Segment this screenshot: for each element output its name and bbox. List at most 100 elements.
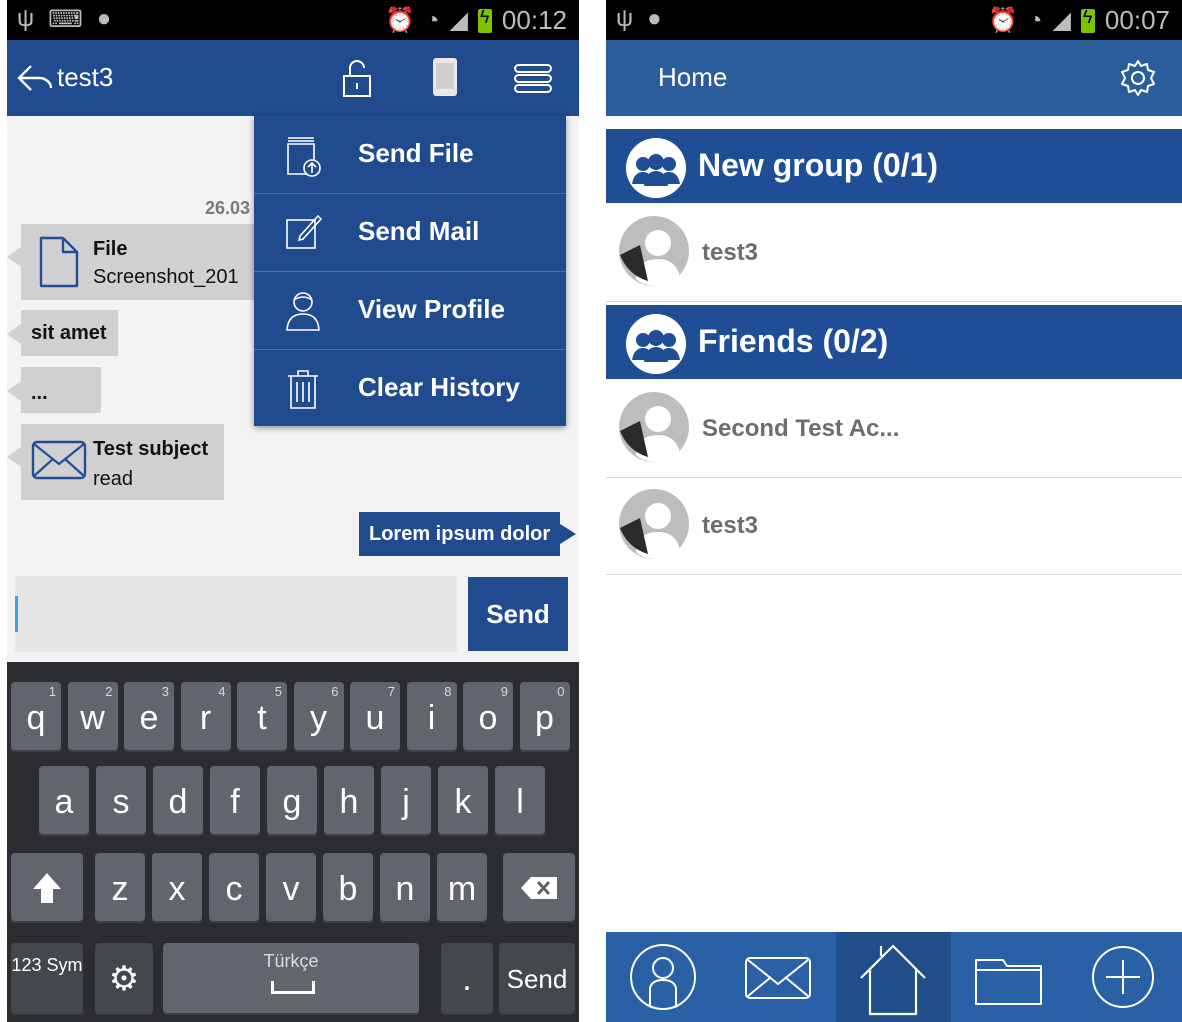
key-number-hint: 9 xyxy=(500,684,508,699)
key-number-hint: 1 xyxy=(48,684,56,699)
key-e[interactable]: 3e xyxy=(124,682,174,752)
nav-contacts[interactable] xyxy=(606,932,721,1022)
key-b[interactable]: b xyxy=(323,853,373,923)
message-file[interactable]: File Screenshot_201 xyxy=(7,224,261,300)
date-separator: 26.03 xyxy=(205,198,251,218)
menu-label: Clear History xyxy=(358,372,520,402)
back-icon[interactable] xyxy=(15,62,55,99)
group-header-friends[interactable]: Friends (0/2) xyxy=(606,305,1182,379)
menu-label: Send Mail xyxy=(358,216,480,246)
status-right-icons: ⏰ ◔ ◢ 00:12 xyxy=(385,5,567,36)
group-label: Friends (0/2) xyxy=(698,323,889,359)
key-j[interactable]: j xyxy=(381,766,431,836)
key-letter: e xyxy=(139,699,159,737)
message-mail[interactable]: Test subject read xyxy=(7,424,224,500)
bottom-nav xyxy=(606,932,1182,1022)
key-h[interactable]: h xyxy=(324,766,374,836)
message-input[interactable] xyxy=(15,576,457,652)
menu-item-send-mail[interactable]: Send Mail xyxy=(254,194,566,272)
key-letter: u xyxy=(365,699,385,737)
backspace-key[interactable] xyxy=(503,853,575,923)
menu-label: View Profile xyxy=(358,294,505,324)
keyboard-icon: ⌨ xyxy=(48,6,83,33)
key-number-hint: 0 xyxy=(557,684,565,699)
profile-icon xyxy=(284,290,322,337)
chat-icon: ● xyxy=(96,5,112,32)
key-u[interactable]: 7u xyxy=(350,682,400,752)
period-key[interactable]: . xyxy=(441,943,493,1015)
key-s[interactable]: s xyxy=(96,766,146,836)
nav-add[interactable] xyxy=(1066,932,1181,1022)
message-subtitle: Screenshot_201 xyxy=(93,266,239,288)
contact-row[interactable]: test3 xyxy=(606,205,1182,302)
settings-key[interactable]: ⚙ xyxy=(95,943,153,1015)
key-letter: o xyxy=(478,699,498,737)
lock-icon[interactable] xyxy=(341,58,373,103)
battery-icon xyxy=(477,7,492,33)
usb-icon: ψ xyxy=(17,5,35,32)
contact-row[interactable]: test3 xyxy=(606,478,1182,575)
keyboard-send-key[interactable]: Send xyxy=(499,943,575,1015)
menu-item-view-profile[interactable]: View Profile xyxy=(254,272,566,350)
group-icon xyxy=(626,138,686,198)
key-y[interactable]: 6y xyxy=(293,682,344,752)
add-icon xyxy=(1092,946,1154,1008)
send-button[interactable]: Send xyxy=(468,577,568,651)
nav-files[interactable] xyxy=(951,932,1066,1022)
key-i[interactable]: 8i xyxy=(406,682,457,752)
wifi-icon: ◔ xyxy=(1027,6,1043,34)
key-letter: p xyxy=(535,699,554,737)
outgoing-message[interactable]: Lorem ipsum dolor xyxy=(359,512,577,556)
phone-icon[interactable] xyxy=(431,56,459,103)
space-icon xyxy=(271,981,315,994)
menu-item-send-file[interactable]: Send File xyxy=(254,116,566,194)
alarm-icon: ⏰ xyxy=(988,7,1018,34)
message-text[interactable]: sit amet xyxy=(7,310,118,356)
key-a[interactable]: a xyxy=(39,766,89,836)
key-x[interactable]: x xyxy=(152,853,202,923)
status-left-icons: ψ ● xyxy=(616,5,662,33)
key-letter: r xyxy=(199,699,212,737)
chat-icon: ● xyxy=(647,5,662,32)
key-f[interactable]: f xyxy=(210,766,260,836)
chat-header: test3 xyxy=(7,40,579,116)
message-text[interactable]: ... xyxy=(7,367,101,413)
key-letter: i xyxy=(427,699,436,737)
home-screen: ψ ● ⏰ ◔ ◢ 00:07 Home New group (0/1) tes… xyxy=(606,0,1182,1022)
key-d[interactable]: d xyxy=(153,766,203,836)
key-m[interactable]: m xyxy=(437,853,487,923)
key-o[interactable]: 9o xyxy=(463,682,513,752)
contact-row[interactable]: Second Test Ac... xyxy=(606,381,1182,478)
contacts-icon xyxy=(630,944,696,1010)
menu-item-clear-history[interactable]: Clear History xyxy=(254,350,566,427)
key-k[interactable]: k xyxy=(438,766,488,836)
overflow-menu: Send File Send Mail View Profile Clear H… xyxy=(254,116,566,426)
nav-home[interactable] xyxy=(836,932,951,1022)
space-key[interactable]: Türkçe xyxy=(163,943,419,1015)
key-g[interactable]: g xyxy=(267,766,317,836)
message-subtitle: read xyxy=(93,468,134,490)
contact-name: test3 xyxy=(702,512,759,539)
soft-keyboard: 1q2w3e4r5t6y7u8i9o0p asdfghjkl zxcvbnm 1… xyxy=(7,662,579,1022)
shift-key[interactable] xyxy=(11,853,83,923)
key-r[interactable]: 4r xyxy=(180,682,231,752)
group-header-new-group[interactable]: New group (0/1) xyxy=(606,129,1182,203)
nav-mail[interactable] xyxy=(721,932,836,1022)
symbols-key[interactable]: 123 Sym xyxy=(11,943,83,1015)
status-time: 00:12 xyxy=(501,5,567,35)
key-z[interactable]: z xyxy=(95,853,145,923)
key-letter: y xyxy=(310,699,327,737)
key-c[interactable]: c xyxy=(209,853,259,923)
group-icon xyxy=(626,314,686,374)
mail-icon xyxy=(745,957,811,999)
key-w[interactable]: 2w xyxy=(67,682,118,752)
key-t[interactable]: 5t xyxy=(237,682,287,752)
key-number-hint: 5 xyxy=(274,684,282,699)
key-l[interactable]: l xyxy=(495,766,545,836)
menu-icon[interactable] xyxy=(513,62,553,99)
key-n[interactable]: n xyxy=(380,853,430,923)
settings-gear-icon[interactable] xyxy=(1118,58,1158,103)
key-q[interactable]: 1q xyxy=(11,682,61,752)
key-p[interactable]: 0p xyxy=(519,682,570,752)
key-v[interactable]: v xyxy=(266,853,316,923)
